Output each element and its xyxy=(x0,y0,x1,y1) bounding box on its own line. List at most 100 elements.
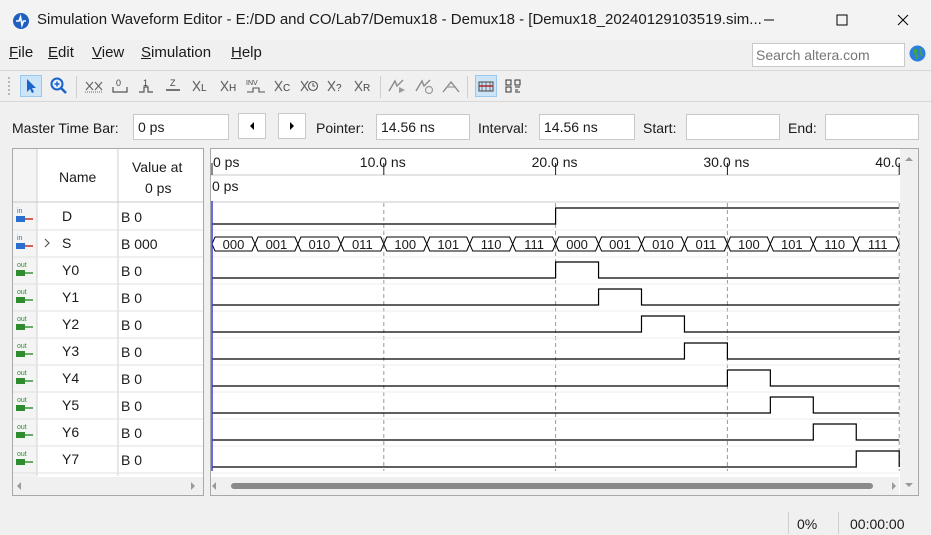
overwrite-clock-button[interactable] xyxy=(298,75,320,97)
count-value-button[interactable]: C xyxy=(272,75,294,97)
signal-row-y4[interactable]: out Y4 B 0 xyxy=(13,370,203,393)
signal-row-y3[interactable]: out Y3 B 0 xyxy=(13,343,203,366)
svg-text:?: ? xyxy=(336,83,342,94)
arbitrary-value-button[interactable]: R xyxy=(352,75,374,97)
grid-button[interactable] xyxy=(502,75,524,97)
signal-name: Y2 xyxy=(62,316,79,332)
bus-segment[interactable]: 110 xyxy=(812,236,857,252)
waveform-canvas[interactable]: 0 ps 10.0 ns 20.0 ns 30.0 ns 40.0 ns 0 ps 00… xyxy=(211,149,918,495)
toolbar: 0 1 Z L H INV C ? R xyxy=(0,70,931,102)
waveform-y0[interactable] xyxy=(212,261,900,279)
bus-segment[interactable]: 111 xyxy=(512,236,557,252)
selection-tool-button[interactable] xyxy=(20,75,42,97)
menu-edit[interactable]: Edit xyxy=(48,44,74,61)
time-ruler-label: 30.0 ns xyxy=(703,154,749,170)
signal-row-y0[interactable]: out Y0 B 0 xyxy=(13,262,203,285)
force-high-button[interactable]: 1 xyxy=(135,75,157,97)
svg-text:out: out xyxy=(17,424,27,431)
search-box[interactable] xyxy=(752,43,905,67)
invert-button[interactable]: INV xyxy=(245,75,267,97)
bus-segment[interactable]: 001 xyxy=(254,236,299,252)
bus-segment[interactable]: 001 xyxy=(598,236,643,252)
bus-segment[interactable]: 011 xyxy=(340,236,385,252)
signal-row-y5[interactable]: out Y5 B 0 xyxy=(13,397,203,420)
signal-row-y1[interactable]: out Y1 B 0 xyxy=(13,289,203,312)
value-column-header-time: 0 ps xyxy=(145,180,171,196)
bus-segment[interactable]: 010 xyxy=(640,236,685,252)
elapsed-time: 00:00:00 xyxy=(850,516,905,532)
svg-text:R: R xyxy=(363,83,370,94)
bus-value: 010 xyxy=(652,237,674,252)
name-column-header[interactable]: Name xyxy=(59,169,97,185)
waveform-d[interactable] xyxy=(212,207,900,225)
random-values-button[interactable]: ? xyxy=(325,75,347,97)
svg-text:in: in xyxy=(17,208,23,215)
triangle-left-icon xyxy=(250,122,254,130)
signal-row-y6[interactable]: out Y6 B 0 xyxy=(13,424,203,447)
signal-row-d[interactable]: in D B 0 xyxy=(13,208,203,231)
close-button[interactable] xyxy=(880,0,926,40)
bus-segment[interactable]: 011 xyxy=(683,236,728,252)
signal-value: B 0 xyxy=(121,425,142,441)
expand-chevron-icon[interactable] xyxy=(44,238,50,248)
vertical-scrollbar[interactable] xyxy=(900,149,918,495)
signal-name: Y5 xyxy=(62,397,79,413)
weak-high-button[interactable]: H xyxy=(218,75,240,97)
svg-text:INV: INV xyxy=(246,80,258,87)
bus-segment[interactable]: 010 xyxy=(297,236,342,252)
menu-file[interactable]: File xyxy=(9,44,33,61)
bus-segment[interactable]: 101 xyxy=(426,236,471,252)
weak-low-button[interactable]: L xyxy=(190,75,212,97)
bus-segment[interactable]: 100 xyxy=(726,236,771,252)
signal-row-s[interactable]: in S B 000 xyxy=(13,235,203,258)
waveform-pane[interactable]: 0 ps 10.0 ns 20.0 ns 30.0 ns 40.0 ns 0 ps 00… xyxy=(210,148,919,496)
previous-transition-button[interactable] xyxy=(238,113,266,139)
menu-help[interactable]: Help xyxy=(231,44,262,61)
search-input[interactable] xyxy=(753,44,904,66)
signal-name: D xyxy=(62,208,72,224)
globe-icon[interactable] xyxy=(909,45,926,62)
arbitrary-value-icon: R xyxy=(354,80,370,94)
uninitialized-icon xyxy=(85,81,103,93)
signal-row-y2[interactable]: out Y2 B 0 xyxy=(13,316,203,339)
generate-netlist-button[interactable] xyxy=(440,75,462,97)
run-timing-simulation-button[interactable] xyxy=(413,75,435,97)
signal-value: B 0 xyxy=(121,398,142,414)
menu-simulation[interactable]: Simulation xyxy=(141,44,211,61)
time-ruler-tick: 10.0 ns xyxy=(360,154,406,175)
master-time-bar-label: Master Time Bar: xyxy=(12,120,119,136)
next-transition-button[interactable] xyxy=(278,113,306,139)
bus-value: 100 xyxy=(738,237,760,252)
force-low-button[interactable]: 0 xyxy=(109,75,131,97)
snap-to-grid-button[interactable] xyxy=(475,75,497,97)
interval-label: Interval: xyxy=(478,120,528,136)
signal-value: B 0 xyxy=(121,263,142,279)
svg-text:C: C xyxy=(283,83,290,94)
bus-segment[interactable]: 101 xyxy=(769,236,814,252)
end-label: End: xyxy=(788,120,817,136)
signal-row-y7[interactable]: out Y7 B 0 xyxy=(13,451,203,474)
svg-text:out: out xyxy=(17,262,27,269)
bus-segment[interactable]: 111 xyxy=(855,236,900,252)
horizontal-scrollbar[interactable] xyxy=(13,477,203,495)
bus-segment[interactable]: 100 xyxy=(383,236,428,252)
master-time-bar-field[interactable]: 0 ps xyxy=(133,114,229,140)
high-impedance-button[interactable]: Z xyxy=(162,75,184,97)
uninitialized-button[interactable] xyxy=(83,75,105,97)
bus-segment[interactable]: 000 xyxy=(211,236,256,252)
bus-segment[interactable]: 000 xyxy=(555,236,600,252)
random-values-icon: ? xyxy=(327,80,342,94)
value-column-header[interactable]: Value at xyxy=(132,159,182,175)
bus-segment[interactable]: 110 xyxy=(469,236,514,252)
run-functional-simulation-button[interactable] xyxy=(386,75,408,97)
high-impedance-icon: Z xyxy=(166,78,180,91)
zoom-tool-button[interactable] xyxy=(48,75,70,97)
signal-list: Name Value at 0 ps in D B 0 in S B 000 out Y0 B … xyxy=(13,149,203,495)
selection-tool-icon xyxy=(27,79,36,93)
menu-view[interactable]: View xyxy=(92,44,124,61)
maximize-button[interactable] xyxy=(819,0,865,40)
horizontal-scroll-thumb[interactable] xyxy=(231,483,873,489)
minimize-button[interactable] xyxy=(746,0,792,40)
minimize-icon xyxy=(764,19,774,21)
generate-netlist-icon xyxy=(442,80,460,93)
